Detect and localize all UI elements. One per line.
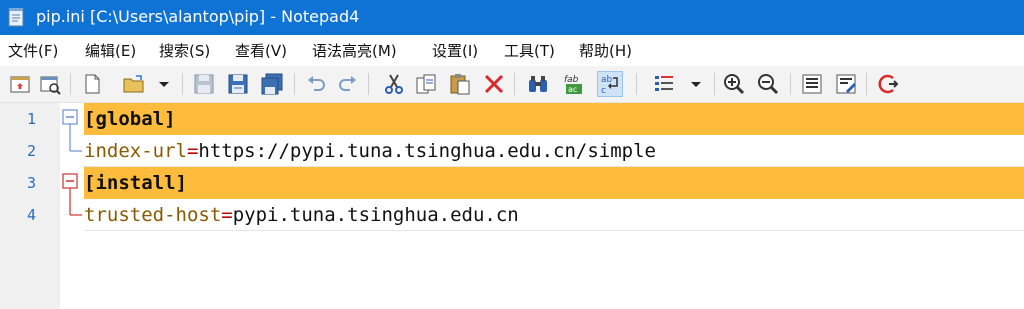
code-line-keyvalue[interactable]: trusted-host=pypi.tuna.tsinghua.edu.cn — [84, 199, 1024, 231]
paste-icon[interactable] — [448, 72, 472, 96]
fold-end-icon — [69, 199, 82, 216]
toolbar-separator — [514, 73, 515, 95]
toolbar-separator — [866, 73, 867, 95]
toolbar-separator — [790, 73, 791, 95]
save-icon[interactable] — [192, 72, 216, 96]
replace-icon[interactable]: fab ac — [562, 72, 586, 96]
line-number: 1 — [26, 110, 36, 128]
save-as-icon[interactable] — [226, 72, 250, 96]
svg-text:c: c — [601, 86, 606, 96]
toolbar-separator — [714, 73, 715, 95]
open-folder-icon[interactable] — [122, 72, 146, 96]
exit-icon[interactable] — [876, 72, 900, 96]
zoom-in-icon[interactable] — [722, 72, 746, 96]
code-line-section[interactable]: [install] — [84, 167, 1024, 199]
zoom-out-icon[interactable] — [756, 72, 780, 96]
toolbar-separator — [636, 73, 637, 95]
toolbar-separator — [182, 73, 183, 95]
line-number: 3 — [26, 174, 36, 192]
menu-file[interactable]: 文件(F) — [8, 40, 58, 62]
toolbar: fab ac ab c — [0, 66, 1024, 103]
menu-search[interactable]: 搜索(S) — [159, 40, 210, 62]
open-browser-icon[interactable] — [38, 72, 62, 96]
copy-icon[interactable] — [414, 72, 438, 96]
redo-icon[interactable] — [336, 72, 360, 96]
line-number: 2 — [26, 142, 36, 160]
section-header: [global] — [84, 108, 176, 130]
dropdown-arrow-icon[interactable] — [684, 72, 708, 96]
encoding-icon[interactable] — [652, 72, 676, 96]
section-header: [install] — [84, 172, 187, 194]
fold-margin — [60, 103, 84, 309]
cut-icon[interactable] — [382, 72, 406, 96]
scheme-icon[interactable] — [800, 72, 824, 96]
menu-view[interactable]: 查看(V) — [235, 40, 287, 62]
ini-key: trusted-host — [84, 204, 222, 226]
notepad-icon — [6, 6, 26, 28]
svg-text:ac: ac — [568, 85, 577, 94]
save-copy-icon[interactable] — [260, 72, 284, 96]
dropdown-arrow-icon[interactable] — [152, 72, 176, 96]
fold-minus-icon[interactable] — [60, 103, 84, 135]
ini-equals: = — [221, 204, 233, 226]
ini-key: index-url — [84, 140, 187, 162]
line-number-gutter: 1 2 3 4 — [0, 103, 60, 309]
new-window-icon[interactable] — [8, 72, 32, 96]
toolbar-separator — [294, 73, 295, 95]
svg-text:fab: fab — [564, 75, 579, 85]
new-file-icon[interactable] — [80, 72, 104, 96]
menu-edit[interactable]: 编辑(E) — [85, 40, 136, 62]
ini-value: pypi.tuna.tsinghua.edu.cn — [232, 204, 519, 226]
customize-scheme-icon[interactable] — [834, 72, 858, 96]
code-line-section[interactable]: [global] — [84, 103, 1024, 135]
code-line-keyvalue[interactable]: index-url=https://pypi.tuna.tsinghua.edu… — [84, 135, 1024, 167]
delete-icon[interactable] — [482, 72, 506, 96]
undo-icon[interactable] — [304, 72, 328, 96]
ini-equals: = — [186, 140, 199, 162]
toolbar-separator — [368, 73, 369, 95]
fold-minus-icon[interactable] — [60, 167, 84, 199]
menu-bar: 文件(F) 编辑(E) 搜索(S) 查看(V) 语法高亮(M) 设置(I) 工具… — [0, 35, 1024, 66]
window-title: pip.ini [C:\Users\alantop\pip] - Notepad… — [36, 7, 360, 26]
find-icon[interactable] — [526, 72, 550, 96]
menu-settings[interactable]: 设置(I) — [432, 40, 478, 62]
word-wrap-icon[interactable]: ab c — [597, 71, 623, 97]
menu-syntax[interactable]: 语法高亮(M) — [312, 40, 397, 62]
fold-end-icon — [69, 135, 82, 152]
title-bar: pip.ini [C:\Users\alantop\pip] - Notepad… — [0, 0, 1024, 35]
ini-value: https://pypi.tuna.tsinghua.edu.cn/simple — [198, 140, 656, 162]
editor[interactable]: 1 2 3 4 [global] index-url=https://pypi.… — [0, 103, 1024, 309]
line-number: 4 — [26, 206, 36, 224]
menu-tools[interactable]: 工具(T) — [504, 40, 555, 62]
toolbar-separator — [70, 73, 71, 95]
menu-help[interactable]: 帮助(H) — [579, 40, 632, 62]
